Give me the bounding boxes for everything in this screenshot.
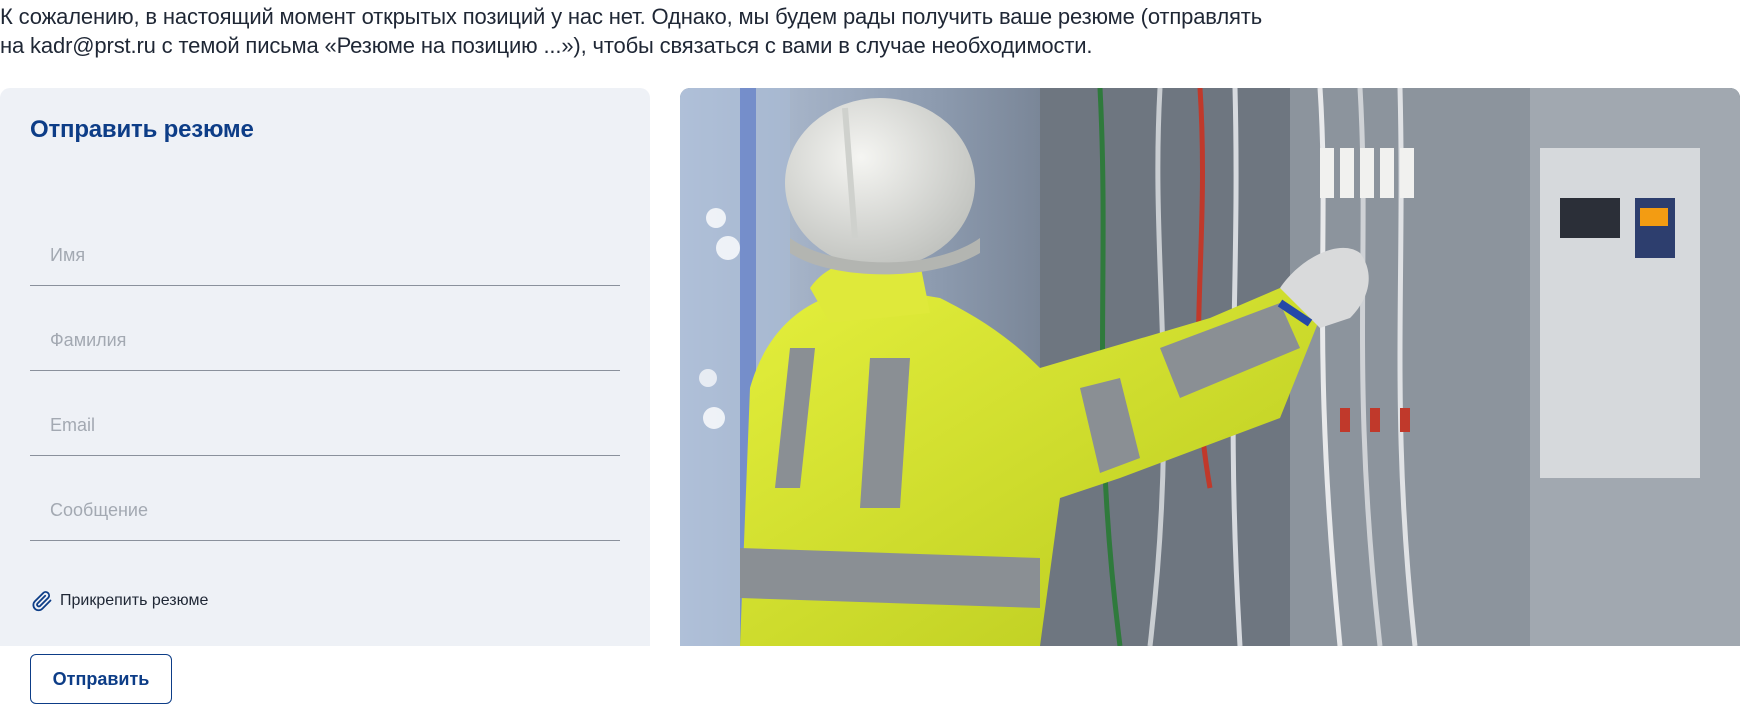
attach-resume-link[interactable]: Прикрепить резюме xyxy=(30,589,208,613)
intro-line-2: на kadr@prst.ru с темой письма «Резюме н… xyxy=(0,33,1093,58)
submit-button[interactable]: Отправить xyxy=(30,654,172,704)
paperclip-icon xyxy=(30,589,54,613)
form-title: Отправить резюме xyxy=(30,116,254,143)
last-name-input[interactable] xyxy=(50,330,610,351)
first-name-input[interactable] xyxy=(50,245,610,266)
hero-photo xyxy=(680,88,1740,646)
last-name-field xyxy=(30,311,620,371)
intro-text: К сожалению, в настоящий момент открытых… xyxy=(0,2,1420,60)
message-field xyxy=(30,481,620,541)
engineer-at-switchboard-image xyxy=(680,88,1740,646)
attach-resume-label: Прикрепить резюме xyxy=(60,592,209,609)
message-input[interactable] xyxy=(50,500,610,521)
email-field xyxy=(30,396,620,456)
first-name-field xyxy=(30,226,620,286)
email-input[interactable] xyxy=(50,415,610,436)
intro-line-1: К сожалению, в настоящий момент открытых… xyxy=(0,4,1263,29)
resume-form: Отправить резюме Прикрепить резюме Отпра… xyxy=(0,88,650,704)
